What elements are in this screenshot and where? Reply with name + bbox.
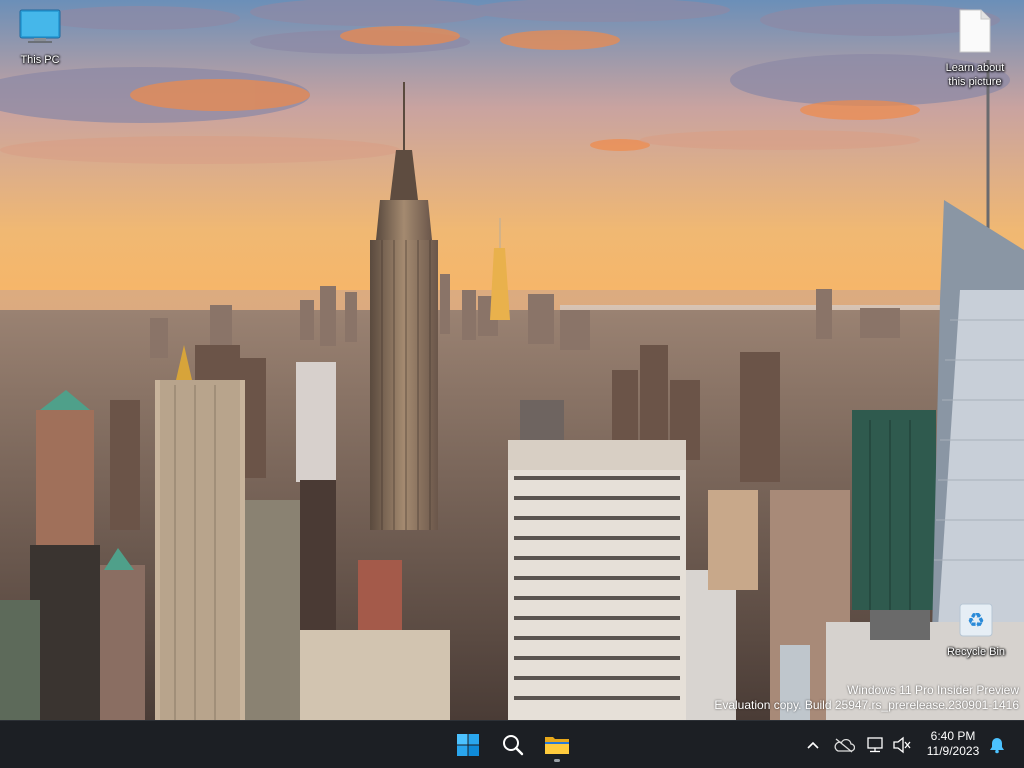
folder-icon <box>545 737 569 754</box>
onedrive-cloud-icon <box>834 738 855 753</box>
desktop-icon-label: This PC <box>20 54 60 66</box>
desktop-wallpaper <box>0 0 1024 720</box>
volume-tray-button[interactable] <box>889 731 915 759</box>
clock-date: 11/9/2023 <box>926 744 980 758</box>
desktop-icon-this-pc[interactable]: This PC <box>0 8 80 67</box>
document-icon <box>959 9 991 53</box>
taskbar: 6:40 PM 11/9/2023 <box>0 720 1024 768</box>
svg-text:♻: ♻ <box>967 608 985 632</box>
notifications-button[interactable] <box>984 731 1010 759</box>
chevron-up-icon <box>807 741 819 749</box>
start-button[interactable] <box>450 727 486 763</box>
windows-evaluation-watermark: Windows 11 Pro Insider Preview Evaluatio… <box>714 683 1019 713</box>
windows-logo-icon <box>457 734 479 756</box>
onedrive-tray-button[interactable] <box>831 731 857 759</box>
recycle-bin-icon: ♻ <box>959 603 993 637</box>
show-hidden-icons-button[interactable] <box>800 731 826 759</box>
clock-time: 6:40 PM <box>930 729 976 743</box>
wallpaper-image <box>0 0 1024 720</box>
watermark-build: Evaluation copy. Build 25947.rs_prerelea… <box>714 698 1019 712</box>
network-icon <box>867 737 883 753</box>
desktop-icon-learn-about-this-picture[interactable]: Learn about this picture <box>935 8 1015 89</box>
desktop-icon-label: Recycle Bin <box>946 646 1006 658</box>
watermark-edition: Windows 11 Pro Insider Preview <box>847 683 1019 697</box>
network-tray-button[interactable] <box>862 731 888 759</box>
running-indicator <box>554 759 560 762</box>
search-button[interactable] <box>495 727 531 763</box>
monitor-icon <box>19 9 61 43</box>
file-explorer-button[interactable] <box>539 727 575 763</box>
clock-button[interactable]: 6:40 PM 11/9/2023 <box>918 729 988 759</box>
volume-muted-icon <box>893 736 911 754</box>
bell-icon <box>990 738 1004 754</box>
desktop-icon-recycle-bin[interactable]: ♻ Recycle Bin <box>936 600 1016 659</box>
search-icon <box>503 735 524 756</box>
desktop-icon-label: Learn about this picture <box>945 62 1005 88</box>
